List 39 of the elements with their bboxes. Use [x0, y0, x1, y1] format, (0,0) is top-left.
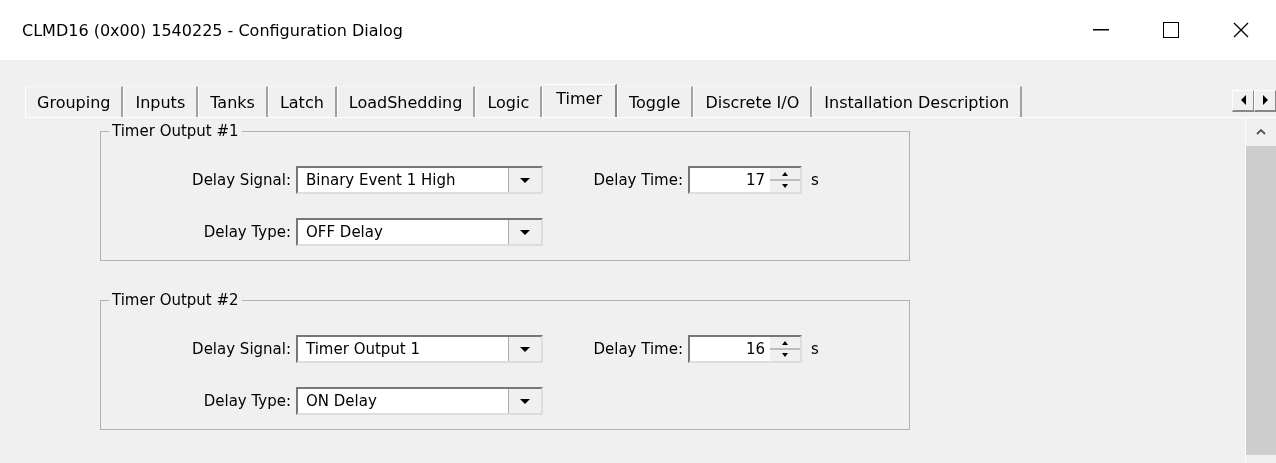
tab[interactable]: Inputs — [123, 86, 199, 117]
tab[interactable]: Latch — [267, 86, 337, 117]
tab[interactable]: Toggle — [616, 86, 694, 117]
right-arrow-icon — [1262, 95, 1268, 105]
spin-box[interactable]: 16 — [688, 335, 802, 363]
scroll-right-button[interactable] — [1254, 89, 1276, 112]
tab[interactable]: LoadShedding — [336, 86, 476, 117]
close-icon — [1233, 22, 1249, 38]
group-title: Timer Output #1 — [111, 122, 240, 140]
tab[interactable]: Installation Description — [812, 86, 1023, 117]
field-label: Delay Time: — [592, 171, 683, 189]
field-label: Delay Signal: — [191, 171, 291, 189]
maximize-icon — [1163, 22, 1179, 38]
dropdown[interactable]: Timer Output 1 — [296, 335, 543, 363]
tab[interactable]: Timer — [542, 84, 617, 118]
dropdown-arrow-icon — [520, 177, 530, 183]
minimize-icon — [1093, 29, 1109, 31]
dropdown-arrow-icon — [520, 346, 530, 352]
scroll-left-button[interactable] — [1232, 89, 1254, 112]
tab[interactable]: Grouping — [25, 86, 124, 117]
field-label: Delay Type: — [202, 223, 291, 241]
spin-box[interactable]: 17 — [688, 166, 802, 194]
dropdown-arrow-icon — [520, 398, 530, 404]
window-title: CLMD16 (0x00) 1540225 - Configuration Dialog — [22, 20, 404, 40]
dropdown[interactable]: Binary Event 1 High — [296, 166, 543, 194]
tab[interactable]: Logic — [475, 86, 543, 117]
unit-label: s — [810, 340, 820, 358]
unit-label: s — [810, 171, 820, 189]
tab[interactable]: Tanks — [198, 86, 268, 117]
group-title: Timer Output #2 — [111, 291, 240, 309]
scroll-up-icon[interactable] — [1256, 129, 1266, 135]
field-label: Delay Time: — [592, 340, 683, 358]
left-arrow-icon — [1240, 95, 1246, 105]
dropdown[interactable]: ON Delay — [296, 387, 543, 415]
dropdown-arrow-icon — [520, 229, 530, 235]
dropdown[interactable]: OFF Delay — [296, 218, 543, 246]
tab[interactable]: Discrete I/O — [693, 86, 813, 117]
field-label: Delay Signal: — [191, 340, 291, 358]
field-label: Delay Type: — [202, 392, 291, 410]
